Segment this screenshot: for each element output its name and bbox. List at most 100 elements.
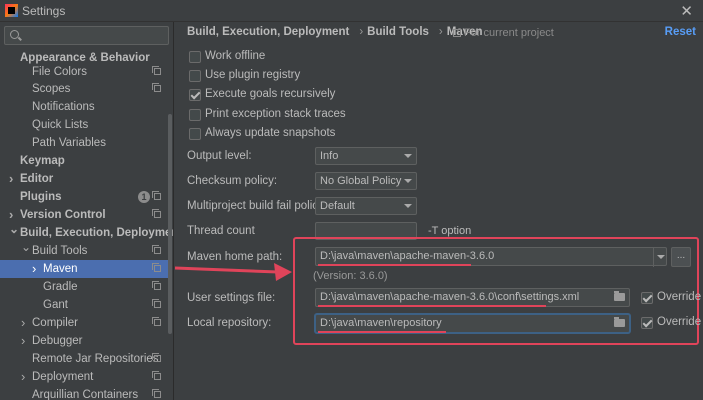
sidebar-item-gradle[interactable]: Gradle	[0, 278, 170, 296]
user-settings-value: D:\java\maven\apache-maven-3.6.0\conf\se…	[320, 291, 580, 303]
thread-count-hint: -T option	[428, 225, 472, 237]
stack-traces-checkbox[interactable]	[189, 109, 201, 121]
sidebar-item-gant[interactable]: Gant	[0, 296, 170, 314]
breadcrumb-separator: ›	[359, 26, 364, 38]
sidebar-item-label: Version Control	[20, 209, 106, 221]
intellij-logo-icon	[5, 4, 18, 17]
chevron-down-icon	[404, 204, 412, 208]
chevron-right-icon[interactable]: ›	[9, 170, 13, 188]
project-settings-icon	[152, 281, 161, 290]
sidebar-item-label: Plugins	[20, 191, 62, 203]
sidebar-item-label: Notifications	[32, 101, 95, 113]
chevron-down-icon[interactable]: ⌄	[21, 238, 31, 256]
sidebar-item-debugger[interactable]: › Debugger	[0, 332, 170, 350]
project-settings-icon	[152, 317, 161, 326]
annotation-underline	[318, 331, 446, 333]
maven-settings-panel: Build, Execution, Deployment › Build Tools…	[175, 22, 703, 400]
chevron-right-icon[interactable]: ›	[21, 314, 25, 332]
search-input[interactable]	[4, 26, 169, 45]
sidebar-scrollbar[interactable]	[168, 114, 172, 334]
sidebar-item-plugins[interactable]: Plugins 1	[0, 188, 170, 206]
folder-icon[interactable]	[614, 317, 625, 327]
folder-icon[interactable]	[614, 291, 625, 301]
window-title: Settings	[22, 4, 66, 18]
output-level-label: Output level:	[187, 150, 252, 162]
chevron-right-icon[interactable]: ›	[21, 368, 25, 386]
output-level-select[interactable]: Info	[315, 147, 417, 165]
browse-button[interactable]: ...	[671, 247, 691, 267]
project-scope-icon	[453, 29, 461, 37]
project-settings-icon	[152, 353, 161, 362]
select-value: Default	[320, 200, 355, 212]
sidebar-item-label: Keymap	[20, 155, 65, 167]
sidebar-item-build-tools[interactable]: ⌄ Build Tools	[0, 240, 170, 260]
sidebar-item-label: Scopes	[32, 83, 71, 95]
sidebar-item-remote-jar-repositories[interactable]: Remote Jar Repositories	[0, 350, 170, 368]
sidebar-item-label: Gradle	[43, 281, 78, 293]
checkbox-label: Print exception stack traces	[205, 108, 346, 120]
maven-home-label: Maven home path:	[187, 251, 283, 263]
breadcrumb-item: Build, Execution, Deployment	[187, 26, 350, 38]
update-count-badge: 1	[138, 191, 150, 203]
work-offline-checkbox[interactable]	[189, 51, 201, 63]
scope-indicator: For current project	[453, 27, 554, 39]
user-settings-override-checkbox[interactable]	[641, 292, 653, 304]
project-settings-icon	[152, 209, 161, 218]
plugin-registry-checkbox[interactable]	[189, 70, 201, 82]
select-value: Info	[320, 150, 339, 162]
update-snapshots-checkbox[interactable]	[189, 128, 201, 140]
project-settings-icon	[152, 191, 161, 200]
override-label: Override	[657, 316, 702, 328]
search-icon	[10, 30, 19, 39]
sidebar-item-arquillian-containers[interactable]: Arquillian Containers	[0, 386, 170, 400]
breadcrumb-item: Build Tools	[367, 26, 429, 38]
title-bar: Settings ✕	[0, 0, 703, 22]
project-settings-icon	[152, 83, 161, 92]
checkbox-label: Always update snapshots	[205, 127, 336, 139]
checksum-policy-label: Checksum policy:	[187, 175, 278, 187]
settings-sidebar: Appearance & Behavior File Colors Scopes No…	[0, 22, 174, 400]
multiproject-policy-select[interactable]: Default	[315, 197, 417, 215]
user-settings-label: User settings file:	[187, 292, 276, 304]
recursive-checkbox[interactable]	[189, 89, 201, 101]
sidebar-item-notifications[interactable]: Notifications	[0, 98, 170, 116]
sidebar-item-label: Remote Jar Repositories	[32, 353, 159, 365]
sidebar-item-version-control[interactable]: › Version Control	[0, 206, 170, 224]
sidebar-item-label: Gant	[43, 299, 68, 311]
chevron-right-icon[interactable]: ›	[32, 260, 36, 278]
chevron-down-icon[interactable]	[653, 248, 667, 267]
sidebar-item-keymap[interactable]: Keymap	[0, 152, 170, 170]
close-icon[interactable]: ✕	[680, 2, 693, 20]
chevron-down-icon	[404, 179, 412, 183]
sidebar-item-scopes[interactable]: Scopes	[0, 80, 170, 98]
sidebar-item-editor[interactable]: › Editor	[0, 170, 170, 188]
sidebar-item-label: Editor	[20, 173, 54, 185]
sidebar-item-label: Deployment	[32, 371, 94, 383]
multiproject-policy-label: Multiproject build fail policy:	[187, 200, 327, 212]
checkbox-label: Execute goals recursively	[205, 88, 336, 100]
sidebar-item-file-colors[interactable]: File Colors	[0, 63, 170, 81]
checksum-policy-select[interactable]: No Global Policy	[315, 172, 417, 190]
sidebar-item-quick-lists[interactable]: Quick Lists	[0, 116, 170, 134]
chevron-down-icon[interactable]: ⌄	[9, 220, 19, 238]
breadcrumb: Build, Execution, Deployment › Build Tools…	[187, 26, 487, 42]
sidebar-item-path-variables[interactable]: Path Variables	[0, 134, 170, 152]
annotation-underline	[318, 264, 471, 266]
sidebar-item-label: Build Tools	[32, 245, 88, 257]
project-settings-icon	[152, 299, 161, 308]
sidebar-item-deployment[interactable]: › Deployment	[0, 368, 170, 386]
local-repository-value: D:\java\maven\repository	[320, 317, 442, 329]
local-repository-override-checkbox[interactable]	[641, 317, 653, 329]
sidebar-item-label: Maven	[43, 263, 78, 275]
project-settings-icon	[152, 389, 161, 398]
scope-label: For current project	[464, 27, 554, 39]
reset-link[interactable]: Reset	[665, 26, 696, 38]
chevron-right-icon[interactable]: ›	[21, 332, 25, 350]
sidebar-item-maven[interactable]: › Maven	[0, 260, 170, 278]
breadcrumb-separator: ›	[438, 26, 443, 38]
sidebar-item-label: Compiler	[32, 317, 79, 329]
sidebar-item-label: Debugger	[32, 335, 83, 347]
sidebar-item-compiler[interactable]: › Compiler	[0, 314, 170, 332]
local-repository-label: Local repository:	[187, 317, 272, 329]
project-settings-icon	[152, 263, 161, 272]
